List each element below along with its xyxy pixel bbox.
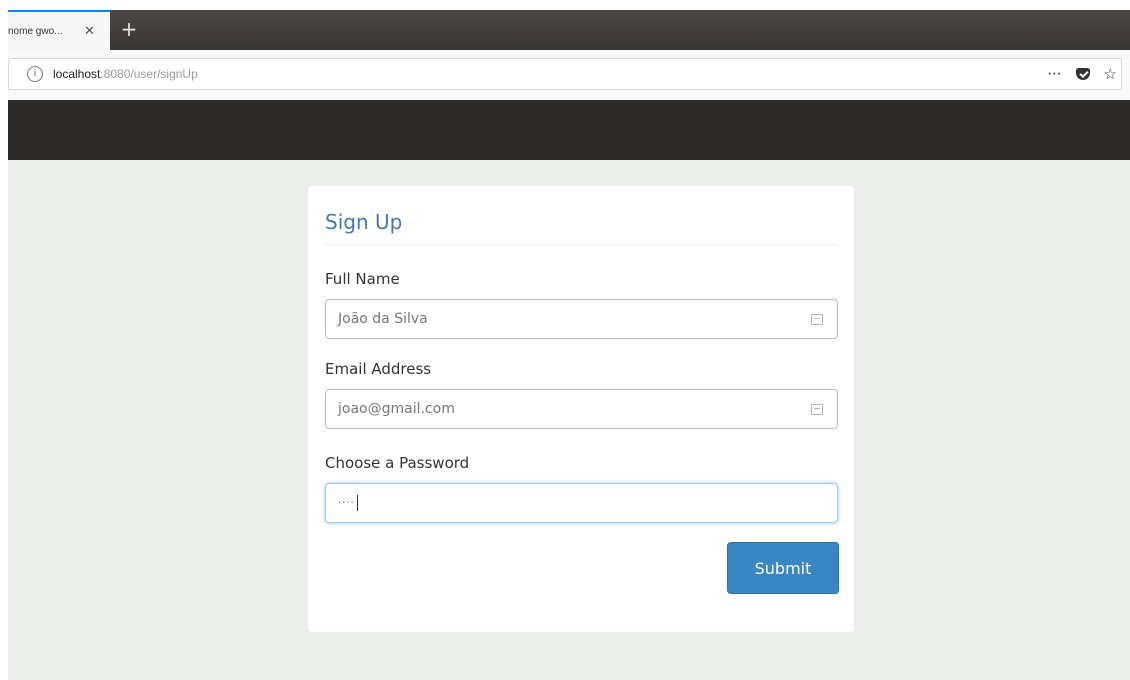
app-navbar: [8, 100, 1130, 160]
full-name-label: Full Name: [325, 270, 400, 288]
password-label: Choose a Password: [325, 454, 470, 472]
password-value: ····: [338, 497, 355, 509]
email-value: joao@gmail.com: [338, 401, 455, 417]
full-name-field[interactable]: João da Silva: [325, 299, 838, 339]
address-bar[interactable]: i localhost :8080/user/signUp ··· ☆: [8, 58, 1122, 90]
signup-card: Sign Up Full Name João da Silva Email Ad…: [308, 186, 854, 632]
page-title: Sign Up: [325, 210, 403, 234]
password-field[interactable]: ····: [325, 483, 838, 523]
new-tab-icon[interactable]: +: [118, 18, 140, 40]
text-caret: [356, 495, 358, 511]
tab-title: nome gwo...: [8, 25, 63, 37]
browser-window: nome gwo... ✕ + i localhost :8080/user/s…: [8, 10, 1130, 680]
tab-close-icon[interactable]: ✕: [84, 24, 95, 39]
page-actions-menu-icon[interactable]: ···: [1047, 65, 1061, 83]
autofill-card-icon[interactable]: [811, 403, 823, 415]
tab-strip: nome gwo... ✕ +: [8, 10, 1130, 50]
address-bar-actions: ··· ☆: [1047, 59, 1117, 89]
title-divider: [325, 244, 838, 245]
autofill-card-icon[interactable]: [811, 313, 823, 325]
email-label: Email Address: [325, 360, 432, 378]
submit-button[interactable]: Submit: [727, 542, 839, 594]
full-name-value: João da Silva: [338, 311, 428, 327]
browser-toolbar: i localhost :8080/user/signUp ··· ☆: [8, 50, 1130, 101]
url-host: localhost: [53, 67, 101, 81]
info-icon[interactable]: i: [27, 66, 43, 82]
pocket-icon[interactable]: [1075, 68, 1090, 80]
bookmark-star-icon[interactable]: ☆: [1104, 65, 1117, 83]
url-path: :8080/user/signUp: [100, 67, 198, 81]
browser-tab[interactable]: nome gwo... ✕: [8, 10, 110, 50]
email-field[interactable]: joao@gmail.com: [325, 389, 838, 429]
